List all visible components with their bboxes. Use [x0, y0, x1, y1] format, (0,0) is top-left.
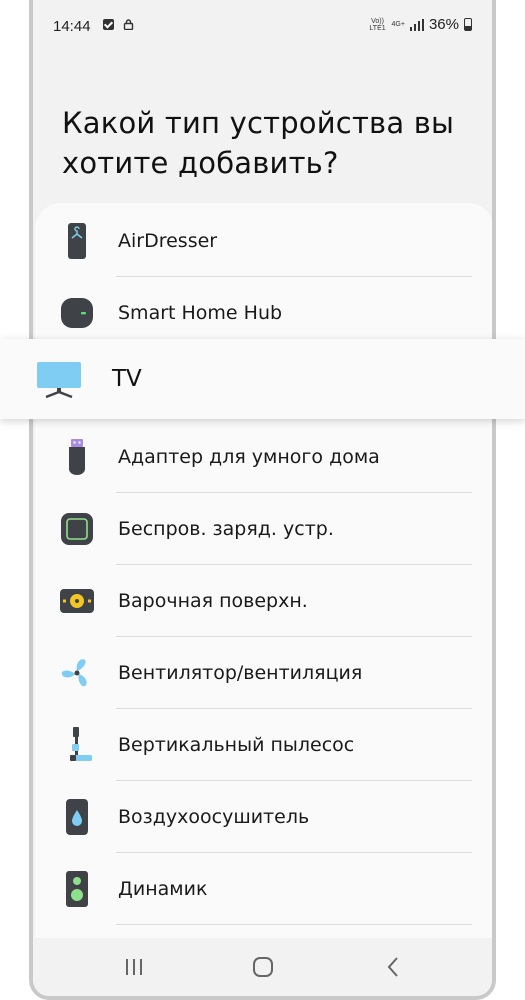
list-item-fan[interactable]: Вентилятор/вентиляция — [35, 637, 492, 709]
notification-check-icon — [103, 19, 114, 30]
fan-icon — [61, 659, 87, 687]
phone-screen: 14:44 Vo)) LTE1 4G+ 36% Какой тип устрой… — [29, 0, 496, 1000]
list-item-wireless-charger[interactable]: Беспров. заряд. устр. — [35, 493, 492, 565]
airdresser-icon — [68, 223, 86, 259]
smart-adapter-icon — [69, 439, 85, 475]
lock-icon — [123, 19, 134, 30]
signal-icon — [409, 18, 424, 31]
list-item-dehumidifier[interactable]: Воздухоосушитель — [35, 781, 492, 853]
smart-home-hub-icon — [61, 298, 93, 328]
status-right: Vo)) LTE1 4G+ 36% — [369, 16, 472, 33]
cooktop-icon — [60, 589, 94, 613]
list-item-label: Вертикальный пылесос — [118, 734, 355, 756]
page-title: Какой тип устройства вы хотите добавить? — [62, 106, 455, 180]
list-item-label: Варочная поверхн. — [118, 590, 308, 612]
list-item-label: Динамик — [118, 878, 208, 900]
divider — [116, 924, 472, 925]
list-item-label: AirDresser — [118, 230, 218, 252]
list-item-stick-vacuum[interactable]: Вертикальный пылесос — [35, 709, 492, 781]
network-4g-label: 4G+ — [391, 21, 405, 28]
status-time: 14:44 — [53, 18, 91, 35]
list-item-label: Smart Home Hub — [118, 302, 283, 324]
status-bar: 14:44 Vo)) LTE1 4G+ 36% — [33, 0, 492, 54]
battery-percent: 36% — [428, 16, 459, 33]
recents-icon[interactable] — [121, 954, 147, 980]
stick-vacuum-icon — [70, 727, 92, 761]
list-item-label: Адаптер для умного дома — [118, 446, 380, 468]
wireless-charger-icon — [61, 513, 93, 545]
home-icon[interactable] — [250, 954, 276, 980]
list-item-smart-adapter[interactable]: Адаптер для умного дома — [35, 421, 492, 493]
list-item-label: Вентилятор/вентиляция — [118, 662, 363, 684]
navigation-bar — [33, 938, 492, 996]
device-list: AirDresser Smart Home Hub Адаптер для ум… — [35, 203, 492, 963]
list-item-label: TV — [112, 366, 142, 392]
list-item-speaker[interactable]: Динамик — [35, 853, 492, 925]
tv-icon — [37, 362, 81, 399]
list-item-tv-highlighted[interactable]: TV — [0, 339, 525, 419]
list-item-label: Воздухоосушитель — [118, 806, 310, 828]
speaker-icon — [66, 871, 88, 907]
back-icon[interactable] — [381, 954, 407, 980]
dehumidifier-icon — [66, 799, 88, 835]
list-item-label: Беспров. заряд. устр. — [118, 518, 334, 540]
battery-icon — [464, 18, 472, 31]
list-item-airdresser[interactable]: AirDresser — [35, 205, 492, 277]
list-item-cooktop[interactable]: Варочная поверхн. — [35, 565, 492, 637]
volte-label: Vo)) LTE1 — [369, 17, 386, 32]
